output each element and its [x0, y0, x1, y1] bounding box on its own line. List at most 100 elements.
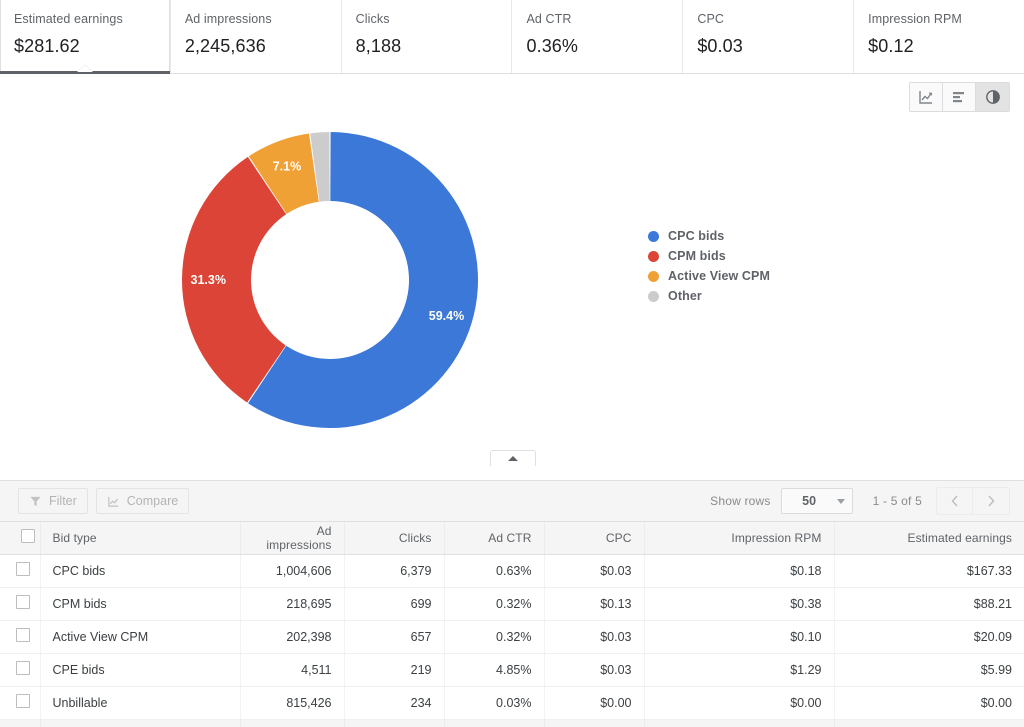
cell-cpc: $0.03: [544, 620, 645, 654]
legend-label: CPC bids: [668, 229, 725, 243]
metric-card-cpc[interactable]: CPC $0.03: [683, 0, 855, 73]
cell-impression-rpm: $1.29: [644, 653, 835, 687]
rows-per-page-select[interactable]: 50: [780, 488, 853, 514]
selected-indicator-notch: [76, 65, 93, 72]
metric-label: Impression RPM: [868, 12, 962, 26]
metric-card-clicks[interactable]: Clicks 8,188: [341, 0, 513, 73]
table-row[interactable]: CPC bids 1,004,606 6,379 0.63% $0.03 $0.…: [0, 554, 1024, 588]
cell-clicks: 219: [344, 653, 445, 687]
row-checkbox[interactable]: [16, 562, 30, 576]
compare-button[interactable]: Compare: [95, 488, 190, 514]
select-all-header[interactable]: [0, 522, 41, 555]
filter-label: Filter: [49, 494, 77, 508]
legend-item-cpc-bids[interactable]: CPC bids: [648, 226, 770, 246]
metric-label: Clicks: [355, 12, 390, 26]
cell-cpc: $0.13: [544, 587, 645, 621]
donut-slice-label: 59.4%: [429, 309, 464, 323]
legend-item-active-view-cpm[interactable]: Active View CPM: [648, 266, 770, 286]
compare-label: Compare: [126, 494, 179, 508]
metric-card-ad-ctr[interactable]: Ad CTR 0.36%: [512, 0, 684, 73]
cell-cpc: $0.03: [544, 554, 645, 588]
column-header-clicks[interactable]: Clicks: [344, 522, 445, 555]
cell-impression-rpm: $0.00: [644, 686, 835, 720]
row-select-cell[interactable]: [0, 554, 41, 588]
metric-value: 0.36%: [526, 36, 579, 56]
row-checkbox[interactable]: [16, 694, 30, 708]
row-checkbox[interactable]: [16, 595, 30, 609]
legend-label: Active View CPM: [668, 269, 771, 283]
row-select-cell[interactable]: [0, 686, 41, 720]
legend-color-swatch: [648, 250, 659, 262]
cell-bid-type: CPE bids: [40, 653, 241, 687]
metric-value: $0.03: [697, 36, 743, 56]
metric-value: $0.12: [868, 36, 914, 56]
cell-estimated-earnings: $88.21: [834, 587, 1024, 621]
cell-impression-rpm: $0.18: [644, 554, 835, 588]
pagination-controls: [936, 487, 1010, 515]
bar-chart-toggle[interactable]: [943, 83, 976, 111]
cell-ad-ctr: 0.03%: [444, 686, 545, 720]
cell-estimated-earnings: $0.00: [834, 686, 1024, 720]
totals-cell: [834, 719, 1024, 727]
legend-item-cpm-bids[interactable]: CPM bids: [648, 246, 770, 266]
chart-legend: CPC bids CPM bids Active View CPM Other: [648, 226, 770, 306]
pie-chart-icon: [985, 90, 1000, 104]
column-header-ad-impressions[interactable]: Ad impressions: [240, 522, 345, 555]
legend-label: Other: [668, 289, 702, 303]
column-header-bid-type[interactable]: Bid type: [40, 522, 241, 555]
filter-button[interactable]: Filter: [18, 488, 88, 514]
table-row[interactable]: CPE bids 4,511 219 4.85% $0.03 $1.29 $5.…: [0, 653, 1024, 687]
next-page-button[interactable]: [973, 488, 1009, 514]
cell-clicks: 699: [344, 587, 445, 621]
row-checkbox[interactable]: [16, 628, 30, 642]
table-row[interactable]: CPM bids 218,695 699 0.32% $0.13 $0.38 $…: [0, 587, 1024, 621]
cell-ad-impressions: 218,695: [240, 587, 345, 621]
metric-card-estimated-earnings[interactable]: Estimated earnings $281.62: [0, 0, 171, 74]
chart-panel: 59.4% 31.3% 7.1% CPC bids CPM bids Active …: [0, 74, 1024, 466]
column-header-cpc[interactable]: CPC: [544, 522, 645, 555]
metric-card-ad-impressions[interactable]: Ad impressions 2,245,636: [170, 0, 342, 73]
legend-item-other[interactable]: Other: [648, 286, 770, 306]
table-header-row: Bid type Ad impressions Clicks Ad CTR CP…: [0, 522, 1024, 555]
totals-cell: [344, 719, 445, 727]
table-row[interactable]: Active View CPM 202,398 657 0.32% $0.03 …: [0, 620, 1024, 654]
cell-ad-ctr: 4.85%: [444, 653, 545, 687]
cell-clicks: 6,379: [344, 554, 445, 588]
pie-chart-toggle[interactable]: [976, 83, 1009, 111]
cell-ad-impressions: 4,511: [240, 653, 345, 687]
select-all-checkbox[interactable]: [20, 529, 35, 544]
previous-page-button[interactable]: [937, 488, 973, 514]
reports-page: Estimated earnings $281.62 Ad impression…: [0, 0, 1024, 727]
cell-ad-ctr: 0.32%: [444, 620, 545, 654]
line-chart-icon: [919, 91, 932, 104]
line-chart-toggle[interactable]: [910, 83, 943, 111]
row-checkbox[interactable]: [16, 661, 30, 675]
show-rows-label: Show rows: [710, 494, 771, 508]
donut-chart[interactable]: 59.4% 31.3% 7.1%: [150, 108, 510, 448]
cell-impression-rpm: $0.38: [644, 587, 835, 621]
column-header-ad-ctr[interactable]: Ad CTR: [444, 522, 545, 555]
table-head: Bid type Ad impressions Clicks Ad CTR CP…: [0, 522, 1024, 555]
totals-label-cell: [40, 719, 241, 727]
cell-clicks: 234: [344, 686, 445, 720]
chart-body: 59.4% 31.3% 7.1% CPC bids CPM bids Active …: [0, 108, 1024, 458]
metric-card-impression-rpm[interactable]: Impression RPM $0.12: [854, 0, 1024, 73]
totals-cell: [240, 719, 345, 727]
cell-ad-impressions: 202,398: [240, 620, 345, 654]
chevron-right-icon: [988, 495, 995, 507]
donut-slice-label: 31.3%: [190, 273, 225, 287]
totals-cell: [544, 719, 645, 727]
metric-label: CPC: [697, 12, 725, 26]
row-select-cell[interactable]: [0, 653, 41, 687]
column-header-estimated-earnings[interactable]: Estimated earnings: [834, 522, 1024, 555]
table-row[interactable]: Unbillable 815,426 234 0.03% $0.00 $0.00…: [0, 686, 1024, 720]
cell-ad-impressions: 1,004,606: [240, 554, 345, 588]
collapse-chart-tab[interactable]: [490, 450, 536, 466]
metric-value: $281.62: [14, 36, 80, 56]
bid-type-table: Bid type Ad impressions Clicks Ad CTR CP…: [0, 522, 1024, 727]
column-header-impression-rpm[interactable]: Impression RPM: [644, 522, 835, 555]
cell-cpc: $0.03: [544, 653, 645, 687]
cell-cpc: $0.00: [544, 686, 645, 720]
row-select-cell[interactable]: [0, 620, 41, 654]
row-select-cell[interactable]: [0, 587, 41, 621]
